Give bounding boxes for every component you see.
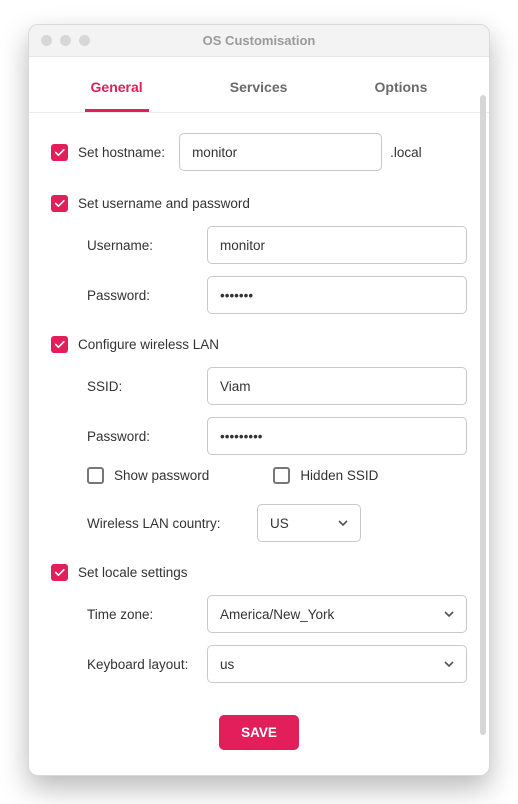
ssid-label: SSID: — [87, 379, 207, 394]
scrollbar[interactable] — [480, 95, 486, 735]
timezone-label: Time zone: — [87, 607, 207, 622]
wifi-password-input[interactable] — [207, 417, 467, 455]
ssid-row: SSID: — [87, 367, 467, 405]
wifi-options-row: Show password Hidden SSID — [87, 467, 467, 484]
tab-options[interactable]: Options — [369, 71, 434, 112]
hidden-ssid-checkbox — [273, 467, 290, 484]
tab-bar: General Services Options — [29, 57, 489, 113]
content-pane: Set hostname: .local Set username and pa… — [29, 113, 489, 775]
save-button[interactable]: SAVE — [219, 715, 299, 750]
username-input[interactable] — [207, 226, 467, 264]
chevron-down-icon — [338, 518, 348, 528]
minimize-icon[interactable] — [60, 35, 71, 46]
username-label: Username: — [87, 238, 207, 253]
tab-general[interactable]: General — [85, 71, 149, 112]
username-row: Username: — [87, 226, 467, 264]
password-input[interactable] — [207, 276, 467, 314]
close-icon[interactable] — [41, 35, 52, 46]
chevron-down-icon — [444, 609, 454, 619]
ssid-input[interactable] — [207, 367, 467, 405]
locale-label: Set locale settings — [78, 565, 188, 580]
check-icon — [53, 146, 66, 159]
check-icon — [53, 566, 66, 579]
wifi-password-label: Password: — [87, 429, 207, 444]
timezone-row: Time zone: America/New_York — [87, 595, 467, 633]
hostname-suffix: .local — [390, 145, 422, 160]
keyboard-value: us — [220, 657, 234, 672]
titlebar: OS Customisation — [29, 25, 489, 57]
show-password-label: Show password — [114, 468, 209, 483]
wifi-password-row: Password: — [87, 417, 467, 455]
hostname-row: Set hostname: .local — [51, 133, 467, 171]
save-row: SAVE — [51, 703, 467, 756]
keyboard-label: Keyboard layout: — [87, 657, 207, 672]
chevron-down-icon — [444, 659, 454, 669]
show-password-checkbox — [87, 467, 104, 484]
timezone-select[interactable]: America/New_York — [207, 595, 467, 633]
wifi-country-value: US — [270, 516, 289, 531]
keyboard-select[interactable]: us — [207, 645, 467, 683]
tab-services[interactable]: Services — [224, 71, 294, 112]
show-password-toggle[interactable]: Show password — [87, 467, 209, 484]
wifi-country-row: Wireless LAN country: US — [87, 504, 467, 542]
wifi-section: Configure wireless LAN — [51, 336, 467, 353]
password-label: Password: — [87, 288, 207, 303]
wifi-country-select[interactable]: US — [257, 504, 361, 542]
password-row: Password: — [87, 276, 467, 314]
os-customisation-window: OS Customisation General Services Option… — [28, 24, 490, 776]
userpass-label: Set username and password — [78, 196, 250, 211]
wifi-country-label: Wireless LAN country: — [87, 516, 257, 531]
zoom-icon[interactable] — [79, 35, 90, 46]
userpass-section: Set username and password — [51, 195, 467, 212]
keyboard-row: Keyboard layout: us — [87, 645, 467, 683]
wifi-checkbox[interactable] — [51, 336, 68, 353]
timezone-value: America/New_York — [220, 607, 334, 622]
hostname-checkbox[interactable] — [51, 144, 68, 161]
locale-section: Set locale settings — [51, 564, 467, 581]
hidden-ssid-label: Hidden SSID — [300, 468, 378, 483]
hostname-input[interactable] — [179, 133, 382, 171]
traffic-lights — [29, 35, 90, 46]
check-icon — [53, 197, 66, 210]
hidden-ssid-toggle[interactable]: Hidden SSID — [273, 467, 378, 484]
wifi-label: Configure wireless LAN — [78, 337, 219, 352]
window-title: OS Customisation — [29, 33, 489, 48]
locale-checkbox[interactable] — [51, 564, 68, 581]
userpass-checkbox[interactable] — [51, 195, 68, 212]
check-icon — [53, 338, 66, 351]
hostname-label: Set hostname: — [78, 145, 165, 160]
